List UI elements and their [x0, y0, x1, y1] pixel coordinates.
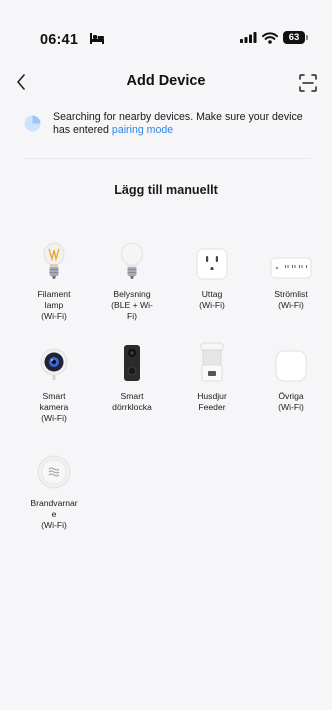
battery-indicator: 63	[283, 31, 308, 44]
device-label: Husdjur Feeder	[197, 391, 227, 412]
search-message-text: Searching for nearby devices. Make sure …	[53, 111, 303, 136]
battery-cap	[306, 35, 308, 40]
device-label: Filament lamp (Wi-Fi)	[37, 289, 71, 321]
signal-icon	[240, 32, 257, 43]
led-bulb-icon	[121, 242, 143, 279]
filament-bulb-icon	[43, 242, 65, 279]
device-power-strip[interactable]: Strömlist (Wi-Fi)	[259, 238, 323, 311]
divider	[24, 158, 310, 159]
battery-level: 63	[283, 31, 305, 44]
device-smoke-alarm[interactable]: Brandvarnar e (Wi-Fi)	[22, 447, 86, 530]
device-label: Belysning (BLE + Wi- Fi)	[111, 289, 153, 321]
generic-device-icon	[275, 350, 307, 382]
status-icons: 63	[240, 31, 308, 44]
search-status: Searching for nearby devices. Make sure …	[24, 111, 316, 136]
status-time: 06:41	[40, 32, 79, 48]
doorbell-icon	[124, 345, 140, 381]
wifi-icon	[262, 31, 278, 44]
smoke-alarm-icon	[37, 455, 71, 489]
device-label: Strömlist (Wi-Fi)	[274, 289, 308, 310]
scan-button[interactable]	[298, 73, 318, 93]
scan-icon	[299, 74, 317, 92]
nav-bar: Add Device	[0, 68, 332, 96]
device-label: Smart dörrklocka	[112, 391, 152, 412]
device-label: Smart kamera (Wi-Fi)	[39, 391, 69, 423]
pairing-mode-link[interactable]: pairing mode	[112, 124, 173, 136]
device-other-wifi[interactable]: Övriga (Wi-Fi)	[259, 340, 323, 413]
pet-feeder-icon	[200, 342, 224, 382]
device-smart-doorbell[interactable]: Smart dörrklocka	[100, 340, 164, 413]
status-bar: 06:41 63	[0, 0, 332, 76]
power-strip-icon	[270, 257, 312, 279]
page-title: Add Device	[126, 73, 206, 89]
device-lighting-ble-wifi[interactable]: Belysning (BLE + Wi- Fi)	[100, 238, 164, 321]
section-title: Lägg till manuellt	[114, 183, 218, 197]
camera-icon	[40, 348, 68, 380]
device-smart-camera[interactable]: Smart kamera (Wi-Fi)	[22, 340, 86, 423]
device-label: Övriga (Wi-Fi)	[278, 391, 304, 412]
device-label: Brandvarnar e (Wi-Fi)	[30, 498, 78, 530]
device-label: Uttag (Wi-Fi)	[199, 289, 225, 310]
device-filament-lamp[interactable]: Filament lamp (Wi-Fi)	[22, 238, 86, 321]
device-outlet[interactable]: Uttag (Wi-Fi)	[180, 238, 244, 311]
search-message: Searching for nearby devices. Make sure …	[53, 111, 316, 136]
search-spinner-icon	[24, 115, 41, 132]
bed-icon	[90, 33, 104, 44]
device-pet-feeder[interactable]: Husdjur Feeder	[180, 340, 244, 413]
wall-outlet-icon	[196, 248, 228, 280]
